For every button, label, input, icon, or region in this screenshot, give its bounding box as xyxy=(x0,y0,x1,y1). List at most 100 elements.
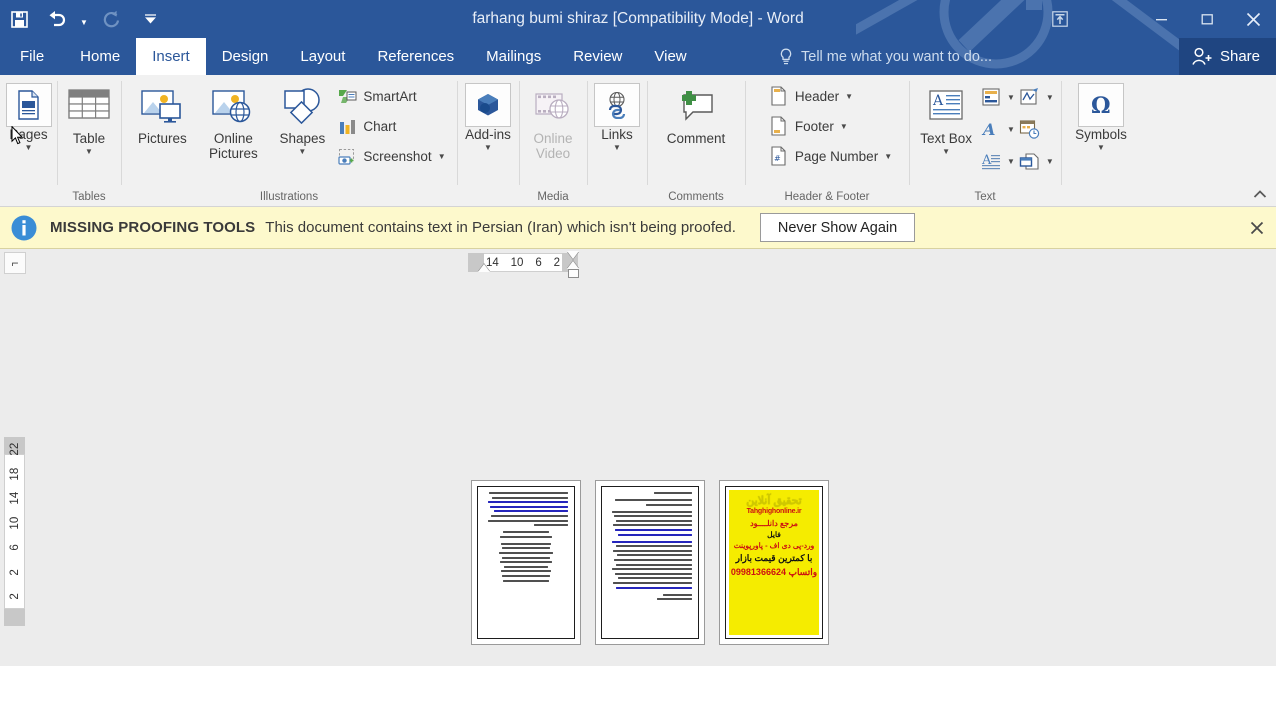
smartart-button[interactable]: SmartArt xyxy=(333,81,448,111)
tab-insert[interactable]: Insert xyxy=(136,38,206,75)
vertical-ruler-numbers: 2 2 6 10 14 18 22 xyxy=(4,437,25,609)
links-button[interactable]: Links ▼ xyxy=(589,79,645,153)
tab-stop-selector[interactable]: ⌐ xyxy=(4,252,26,274)
title-bar: ▼ farhang bumi shiraz [Compatibility Mod… xyxy=(0,0,1276,38)
pictures-button[interactable]: Pictures xyxy=(129,79,195,146)
tab-home[interactable]: Home xyxy=(64,38,136,75)
undo-button[interactable] xyxy=(38,4,76,34)
customize-quick-access-toolbar-button[interactable] xyxy=(130,4,170,34)
drop-cap-icon: A xyxy=(978,149,1004,173)
date-time-button[interactable] xyxy=(1016,113,1055,145)
chevron-down-icon xyxy=(144,14,156,24)
share-button[interactable]: Share xyxy=(1178,38,1276,75)
tell-me-search[interactable]: Tell me what you want to do... xyxy=(779,38,992,75)
chart-button[interactable]: Chart xyxy=(333,111,448,141)
footer-caret-icon[interactable]: ▼ xyxy=(840,122,848,131)
collapse-ribbon-button[interactable] xyxy=(1250,184,1270,204)
tab-view[interactable]: View xyxy=(638,38,702,75)
tab-layout[interactable]: Layout xyxy=(284,38,361,75)
right-indent-marker[interactable] xyxy=(568,269,579,278)
table-caret-icon[interactable]: ▼ xyxy=(85,147,93,157)
vruler-num-2b: 2 xyxy=(8,568,21,576)
chart-label: Chart xyxy=(363,118,397,134)
add-ins-label: Add-ins xyxy=(465,127,511,142)
symbols-caret-icon[interactable]: ▼ xyxy=(1097,143,1105,153)
object-caret-icon[interactable]: ▼ xyxy=(1046,157,1054,166)
header-button[interactable]: Header ▼ xyxy=(765,81,895,111)
table-button[interactable]: Table ▼ xyxy=(61,79,117,157)
horizontal-ruler[interactable]: ⌐ 14 10 6 2 xyxy=(0,249,1276,278)
symbols-button[interactable]: Ω Symbols ▼ xyxy=(1070,79,1132,153)
first-line-indent-marker[interactable] xyxy=(567,251,579,259)
links-icon xyxy=(594,83,640,127)
object-button[interactable]: ▼ xyxy=(1016,145,1055,177)
page-thumbnail-2[interactable] xyxy=(595,480,705,645)
hruler-num-10: 10 xyxy=(510,256,524,269)
links-caret-icon[interactable]: ▼ xyxy=(613,143,621,153)
online-pictures-label: Online Pictures xyxy=(209,131,258,161)
comment-button[interactable]: Comment xyxy=(652,79,740,146)
quick-parts-caret-icon[interactable]: ▼ xyxy=(1007,93,1015,102)
tab-file[interactable]: File xyxy=(0,38,64,75)
page-thumbnail-1[interactable] xyxy=(471,480,581,645)
ribbon-tab-row: File Home Insert Design Layout Reference… xyxy=(0,38,1276,75)
drop-cap-button[interactable]: A ▼ xyxy=(977,145,1016,177)
close-icon xyxy=(1250,221,1264,235)
add-ins-button[interactable]: Add-ins ▼ xyxy=(460,79,516,153)
shapes-button[interactable]: Shapes ▼ xyxy=(271,79,333,157)
page-number-button[interactable]: # Page Number ▼ xyxy=(765,141,895,171)
screenshot-caret-icon[interactable]: ▼ xyxy=(438,152,446,161)
header-caret-icon[interactable]: ▼ xyxy=(845,92,853,101)
tab-review[interactable]: Review xyxy=(557,38,638,75)
never-show-again-button[interactable]: Never Show Again xyxy=(759,213,916,242)
quick-parts-button[interactable]: ▼ xyxy=(977,81,1016,113)
ribbon-display-options-button[interactable] xyxy=(1040,0,1080,38)
message-bar-close-button[interactable] xyxy=(1242,207,1272,249)
status-bar-area xyxy=(0,666,1276,708)
add-ins-caret-icon[interactable]: ▼ xyxy=(484,143,492,153)
wordart-caret-icon[interactable]: ▼ xyxy=(1007,125,1015,134)
online-pictures-button[interactable]: Online Pictures xyxy=(195,79,271,161)
minimize-button[interactable] xyxy=(1138,0,1184,38)
drop-cap-caret-icon[interactable]: ▼ xyxy=(1007,157,1015,166)
minimize-icon xyxy=(1155,18,1167,20)
svg-text:Ω: Ω xyxy=(1091,93,1111,119)
wordart-button[interactable]: A ▼ xyxy=(977,113,1016,145)
hanging-indent-marker[interactable] xyxy=(567,261,579,269)
omega-icon: Ω xyxy=(1077,83,1124,127)
table-icon xyxy=(67,83,111,131)
footer-label: Footer xyxy=(794,118,834,134)
restore-button[interactable] xyxy=(1184,0,1230,38)
close-button[interactable] xyxy=(1230,0,1276,38)
pages-caret-icon[interactable]: ▼ xyxy=(25,143,33,153)
undo-dropdown-caret[interactable]: ▼ xyxy=(76,4,92,34)
illustrations-small-buttons: SmartArt Chart Screenshot ▼ xyxy=(333,79,448,171)
text-box-caret-icon[interactable]: ▼ xyxy=(942,147,950,157)
save-button[interactable] xyxy=(0,4,38,34)
shapes-label: Shapes xyxy=(279,131,326,146)
quick-parts-icon xyxy=(978,85,1004,109)
page-thumbnail-3[interactable]: تحقیق آنلاین Tahghighonline.ir مرجع دانل… xyxy=(719,480,829,645)
signature-line-button[interactable]: ▼ xyxy=(1016,81,1055,113)
page-3-content: تحقیق آنلاین Tahghighonline.ir مرجع دانل… xyxy=(725,486,823,639)
signature-line-caret-icon[interactable]: ▼ xyxy=(1046,93,1054,102)
text-box-button[interactable]: A Text Box ▼ xyxy=(915,79,977,157)
pages-button[interactable]: Pages ▼ xyxy=(1,79,57,153)
shapes-caret-icon[interactable]: ▼ xyxy=(298,147,306,157)
left-indent-marker[interactable] xyxy=(478,264,490,272)
header-label: Header xyxy=(794,88,840,104)
ribbon-group-comments: Comment Comments xyxy=(647,75,745,207)
page-number-caret-icon[interactable]: ▼ xyxy=(884,152,892,161)
online-pictures-icon xyxy=(210,83,256,131)
ad-line-4: با کمترین قیمت بازار xyxy=(735,553,813,563)
table-label: Table xyxy=(72,131,106,146)
tab-references[interactable]: References xyxy=(361,38,470,75)
vertical-ruler[interactable]: 2 2 6 10 14 18 22 xyxy=(4,277,25,708)
share-person-icon xyxy=(1192,47,1212,65)
ad-line-5: 09981366624 واتساپ xyxy=(730,567,818,577)
svg-text:#: # xyxy=(774,154,781,163)
tab-mailings[interactable]: Mailings xyxy=(470,38,557,75)
screenshot-button[interactable]: Screenshot ▼ xyxy=(333,141,448,171)
tab-design[interactable]: Design xyxy=(206,38,285,75)
footer-button[interactable]: Footer ▼ xyxy=(765,111,895,141)
